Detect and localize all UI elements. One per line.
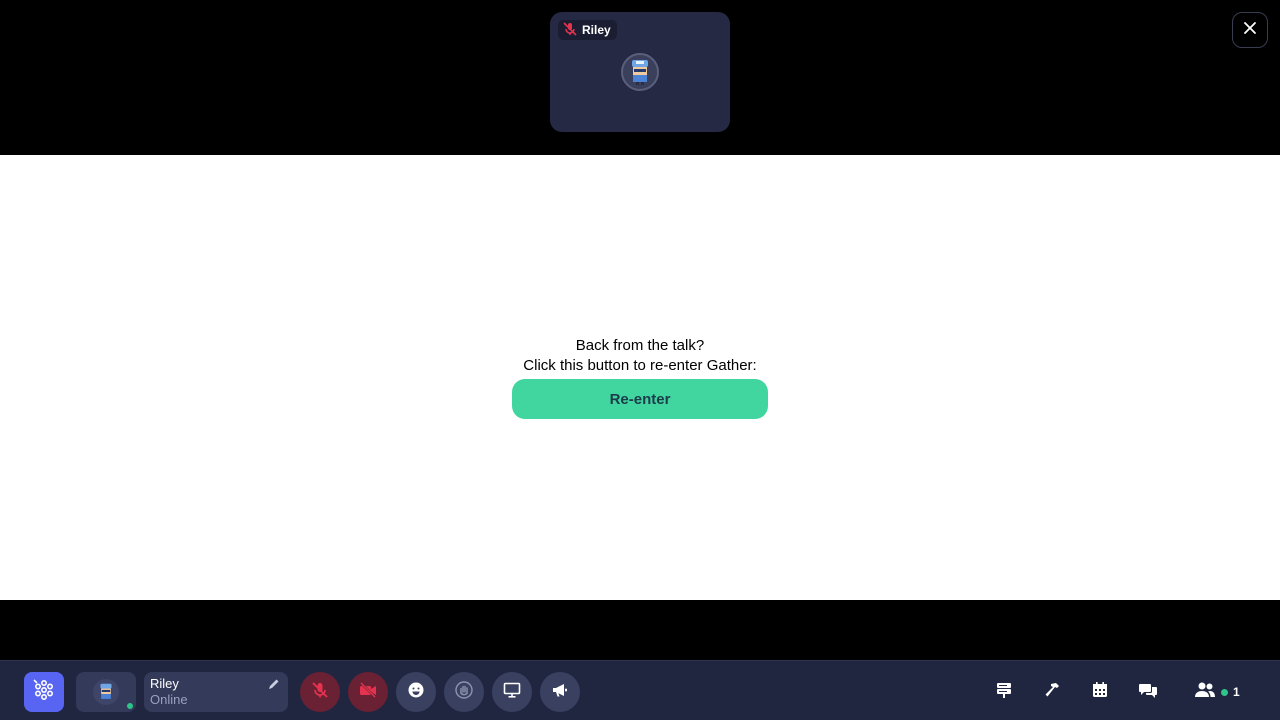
chat-button[interactable] [1137, 681, 1159, 703]
build-hammer-icon [1042, 680, 1062, 705]
video-strip: Riley [0, 0, 1280, 155]
signpost-icon [994, 680, 1014, 705]
reenter-panel: Back from the talk? Click this button to… [0, 155, 1280, 600]
participant-count: 1 [1233, 685, 1240, 699]
screen-share-icon [502, 680, 522, 705]
pencil-icon[interactable] [267, 677, 281, 691]
user-name-status[interactable]: Riley Online [144, 672, 288, 712]
camera-off-icon [358, 680, 378, 705]
gather-menu-button[interactable] [24, 672, 64, 712]
user-name: Riley [150, 676, 179, 691]
close-icon [1243, 21, 1257, 40]
participant-label: Riley [558, 20, 617, 40]
participant-video-tile[interactable]: Riley [550, 12, 730, 132]
megaphone-icon [550, 680, 570, 705]
calendar-button[interactable] [1089, 681, 1111, 703]
mic-muted-icon [562, 21, 578, 40]
online-status-dot [125, 701, 135, 711]
emote-button[interactable] [396, 672, 436, 712]
broadcast-button[interactable] [540, 672, 580, 712]
wave-button[interactable] [444, 672, 484, 712]
reenter-instruction: Click this button to re-enter Gather: [523, 357, 757, 374]
participants-button[interactable]: 1 [1194, 679, 1240, 705]
chat-icon [1138, 680, 1158, 705]
camera-toggle-button[interactable] [348, 672, 388, 712]
reenter-button[interactable]: Re-enter [512, 379, 768, 419]
calendar-icon [1090, 680, 1110, 705]
screen-share-button[interactable] [492, 672, 532, 712]
build-button[interactable] [1041, 681, 1063, 703]
signpost-button[interactable] [993, 681, 1015, 703]
online-indicator [1221, 688, 1228, 696]
emoji-icon [406, 680, 426, 705]
reenter-question: Back from the talk? [575, 337, 705, 354]
avatar [93, 679, 119, 705]
participants-icon [1194, 680, 1216, 705]
mic-off-icon [310, 680, 330, 705]
gather-logo-icon [32, 678, 56, 707]
wave-hand-icon [454, 680, 474, 705]
bottom-toolbar: Riley Online 1 [0, 660, 1280, 720]
user-status: Online [150, 692, 188, 707]
my-avatar-button[interactable] [76, 672, 136, 712]
participant-name: Riley [582, 23, 611, 37]
close-button[interactable] [1232, 12, 1268, 48]
microphone-toggle-button[interactable] [300, 672, 340, 712]
participant-avatar [621, 53, 659, 91]
